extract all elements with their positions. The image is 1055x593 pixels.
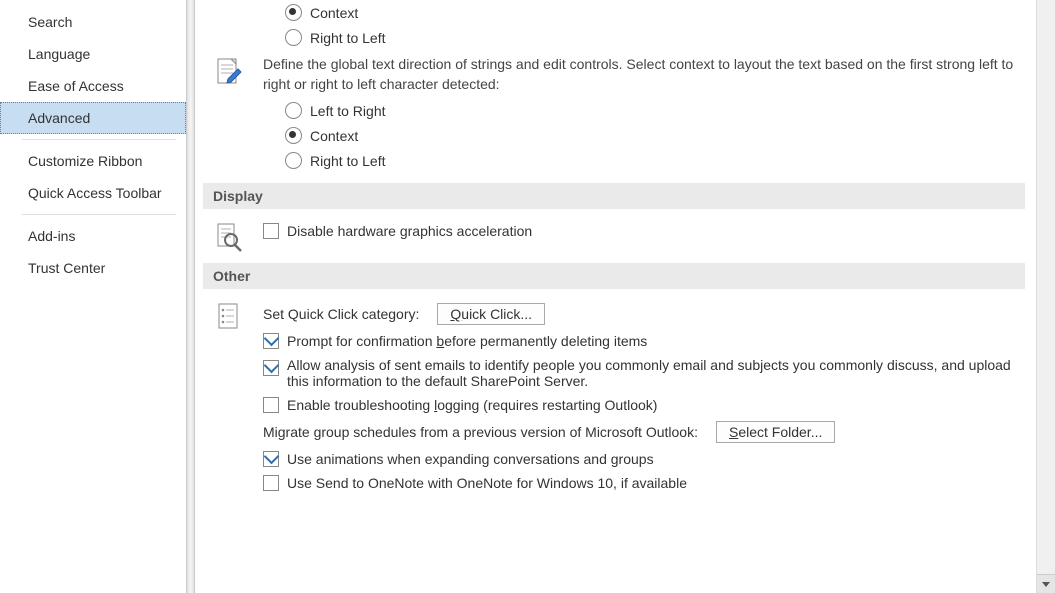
checkbox-label: Use animations when expanding conversati…	[287, 451, 654, 467]
nav-separator	[22, 139, 176, 140]
checkbox-use-animations[interactable]	[263, 451, 279, 467]
nav-item-add-ins[interactable]: Add-ins	[0, 220, 186, 252]
nav-separator	[22, 214, 176, 215]
radio-dir-ltr[interactable]	[285, 102, 302, 119]
checkbox-label: Enable troubleshooting logging (requires…	[287, 397, 657, 413]
quick-click-label: Set Quick Click category:	[263, 306, 419, 322]
scroll-down-button[interactable]	[1037, 574, 1055, 593]
radio-label: Context	[310, 128, 358, 144]
nav-item-trust-center[interactable]: Trust Center	[0, 252, 186, 284]
quick-click-button[interactable]: Quick Click...	[437, 303, 545, 325]
nav-item-customize-ribbon[interactable]: Customize Ribbon	[0, 145, 186, 177]
radio-cursor-rtl[interactable]	[285, 29, 302, 46]
pane-divider	[186, 0, 195, 593]
nav-item-language[interactable]: Language	[0, 38, 186, 70]
radio-label: Left to Right	[310, 103, 386, 119]
checkbox-use-onenote[interactable]	[263, 475, 279, 491]
bidi-description: Define the global text direction of stri…	[263, 54, 1019, 94]
checkbox-prompt-delete[interactable]	[263, 333, 279, 349]
checkbox-label: Prompt for confirmation before permanent…	[287, 333, 647, 349]
nav-item-ease-of-access[interactable]: Ease of Access	[0, 70, 186, 102]
section-header-display: Display	[203, 183, 1025, 209]
migrate-label: Migrate group schedules from a previous …	[263, 424, 698, 440]
select-folder-button[interactable]: Select Folder...	[716, 421, 835, 443]
checkbox-label: Use Send to OneNote with OneNote for Win…	[287, 475, 687, 491]
nav-item-advanced[interactable]: Advanced	[0, 102, 186, 134]
list-document-icon	[213, 301, 245, 333]
section-header-other: Other	[203, 263, 1025, 289]
radio-label: Context	[310, 5, 358, 21]
magnify-document-icon	[213, 221, 245, 253]
options-nav: Search Language Ease of Access Advanced …	[0, 0, 186, 593]
nav-item-quick-access-toolbar[interactable]: Quick Access Toolbar	[0, 177, 186, 209]
checkbox-label: Allow analysis of sent emails to identif…	[287, 357, 1019, 389]
radio-label: Right to Left	[310, 30, 386, 46]
nav-item-search[interactable]: Search	[0, 6, 186, 38]
radio-label: Right to Left	[310, 153, 386, 169]
checkbox-disable-hw-accel[interactable]	[263, 223, 279, 239]
radio-cursor-context[interactable]	[285, 4, 302, 21]
vertical-scrollbar[interactable]	[1036, 0, 1055, 593]
checkbox-enable-logging[interactable]	[263, 397, 279, 413]
edit-document-icon	[213, 56, 245, 88]
radio-dir-rtl[interactable]	[285, 152, 302, 169]
main-pane: Context Right to Left	[195, 0, 1055, 593]
radio-dir-context[interactable]	[285, 127, 302, 144]
checkbox-allow-analysis[interactable]	[263, 360, 279, 376]
checkbox-label: Disable hardware graphics acceleration	[287, 223, 532, 239]
